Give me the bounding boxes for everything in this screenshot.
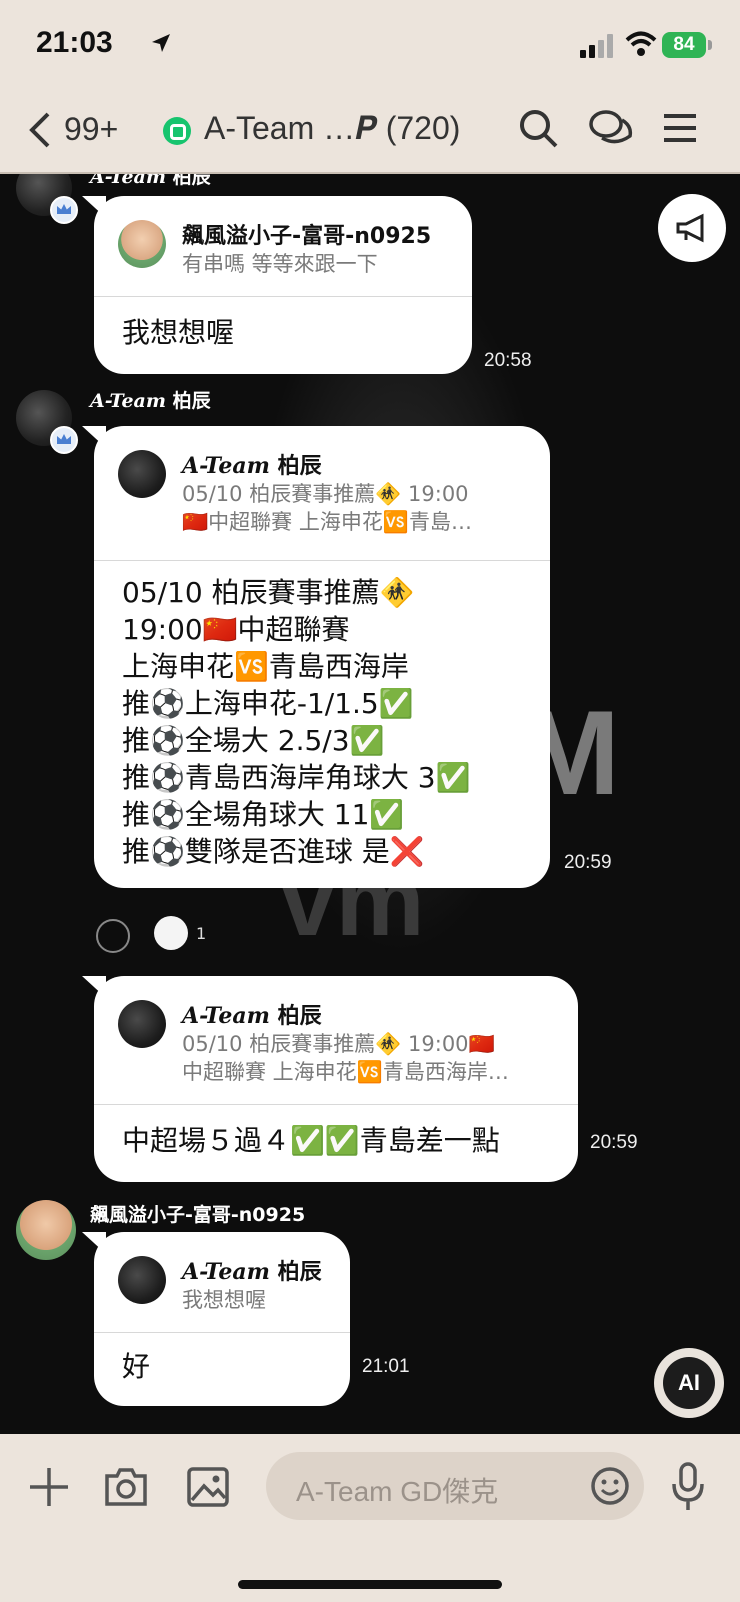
reply-avatar bbox=[118, 1256, 166, 1304]
back-chevron-icon[interactable] bbox=[26, 110, 52, 150]
reaction-sticker-icon[interactable] bbox=[154, 916, 188, 950]
reply-avatar bbox=[118, 1000, 166, 1048]
camera-icon[interactable] bbox=[104, 1466, 148, 1508]
sender-name: 飆風溢小子-富哥-n0925 bbox=[90, 1204, 306, 1226]
reply-text: 05/10 柏辰賽事推薦🚸 19:00🇨🇳 中超聯賽 上海申花🆚青島西海岸… bbox=[182, 1032, 509, 1084]
message-bubble[interactable]: 飆風溢小子-富哥-n0925 有串嗎 等等來跟一下 我想想喔 bbox=[94, 196, 472, 374]
message-time: 20:58 bbox=[484, 350, 532, 371]
microphone-icon[interactable] bbox=[670, 1462, 706, 1512]
menu-icon[interactable] bbox=[662, 108, 698, 148]
reply-sender: A-Team 柏辰 bbox=[182, 1259, 322, 1285]
message-time: 20:59 bbox=[590, 1132, 638, 1153]
message-text: 好 bbox=[122, 1350, 151, 1383]
reply-quote[interactable]: A-Team 柏辰 05/10 柏辰賽事推薦🚸 19:00 🇨🇳中超聯賽 上海申… bbox=[94, 426, 550, 561]
reply-quote[interactable]: 飆風溢小子-富哥-n0925 有串嗎 等等來跟一下 bbox=[94, 196, 472, 297]
input-placeholder: A-Team GD傑克 bbox=[296, 1476, 499, 1507]
unread-count[interactable]: 99+ bbox=[64, 111, 118, 148]
ai-label: AI bbox=[663, 1357, 715, 1409]
emoji-icon[interactable] bbox=[590, 1466, 630, 1506]
message-text: 中超場５過４✅✅青島差一點 bbox=[122, 1124, 500, 1157]
megaphone-icon bbox=[676, 213, 704, 243]
location-arrow-icon bbox=[152, 34, 170, 52]
reply-quote[interactable]: A-Team 柏辰 我想想喔 bbox=[94, 1232, 350, 1333]
reply-sender: 飆風溢小子-富哥-n0925 bbox=[182, 224, 432, 249]
chat-bubbles-icon[interactable] bbox=[588, 108, 634, 150]
reply-text: 有串嗎 等等來跟一下 bbox=[182, 252, 378, 276]
message-bubble[interactable]: A-Team 柏辰 05/10 柏辰賽事推薦🚸 19:00🇨🇳 中超聯賽 上海申… bbox=[94, 976, 578, 1182]
group-badge-icon bbox=[163, 117, 191, 145]
home-indicator bbox=[238, 1580, 502, 1589]
status-time: 21:03 bbox=[36, 26, 113, 59]
crown-icon bbox=[50, 426, 78, 454]
message-bubble[interactable]: A-Team 柏辰 05/10 柏辰賽事推薦🚸 19:00 🇨🇳中超聯賽 上海申… bbox=[94, 426, 550, 888]
reply-sender: A-Team 柏辰 bbox=[182, 453, 322, 479]
add-reaction-icon[interactable] bbox=[96, 919, 130, 953]
reply-avatar bbox=[118, 220, 166, 268]
message-text: 05/10 柏辰賽事推薦🚸 19:00🇨🇳中超聯賽 上海申花🆚青島西海岸 推⚽上… bbox=[122, 576, 471, 868]
message-text: 我想想喔 bbox=[122, 316, 235, 349]
announcement-button[interactable] bbox=[658, 194, 726, 262]
wifi-icon bbox=[625, 31, 657, 56]
avatar[interactable] bbox=[16, 1200, 76, 1260]
image-icon[interactable] bbox=[186, 1466, 230, 1508]
chat-area[interactable]: M vm A-Team 柏辰 飆風溢小子-富哥-n0925 有串嗎 等等來跟一下… bbox=[0, 174, 740, 1434]
reaction-count: 1 bbox=[196, 924, 207, 943]
battery-indicator: 84 bbox=[662, 32, 706, 58]
plus-icon[interactable] bbox=[28, 1466, 70, 1508]
reply-text: 我想想喔 bbox=[182, 1288, 266, 1312]
ai-button[interactable]: AI bbox=[654, 1348, 724, 1418]
reply-avatar bbox=[118, 450, 166, 498]
battery-tip bbox=[708, 40, 712, 50]
cellular-signal-icon bbox=[580, 34, 613, 58]
chat-title[interactable]: A-Team …𝑷 (720) bbox=[204, 110, 460, 148]
reply-quote[interactable]: A-Team 柏辰 05/10 柏辰賽事推薦🚸 19:00🇨🇳 中超聯賽 上海申… bbox=[94, 976, 578, 1105]
message-input[interactable]: A-Team GD傑克 bbox=[266, 1452, 644, 1520]
search-icon[interactable] bbox=[518, 108, 560, 150]
sender-name: A-Team 柏辰 bbox=[90, 390, 211, 412]
reply-text: 05/10 柏辰賽事推薦🚸 19:00 🇨🇳中超聯賽 上海申花🆚青島… bbox=[182, 482, 472, 534]
sender-name: A-Team 柏辰 bbox=[90, 174, 211, 188]
status-bar: 21:03 84 bbox=[0, 0, 740, 88]
message-time: 20:59 bbox=[564, 852, 612, 873]
message-bubble[interactable]: A-Team 柏辰 我想想喔 好 bbox=[94, 1232, 350, 1406]
reply-sender: A-Team 柏辰 bbox=[182, 1003, 322, 1029]
crown-icon bbox=[50, 196, 78, 224]
message-time: 21:01 bbox=[362, 1356, 410, 1377]
